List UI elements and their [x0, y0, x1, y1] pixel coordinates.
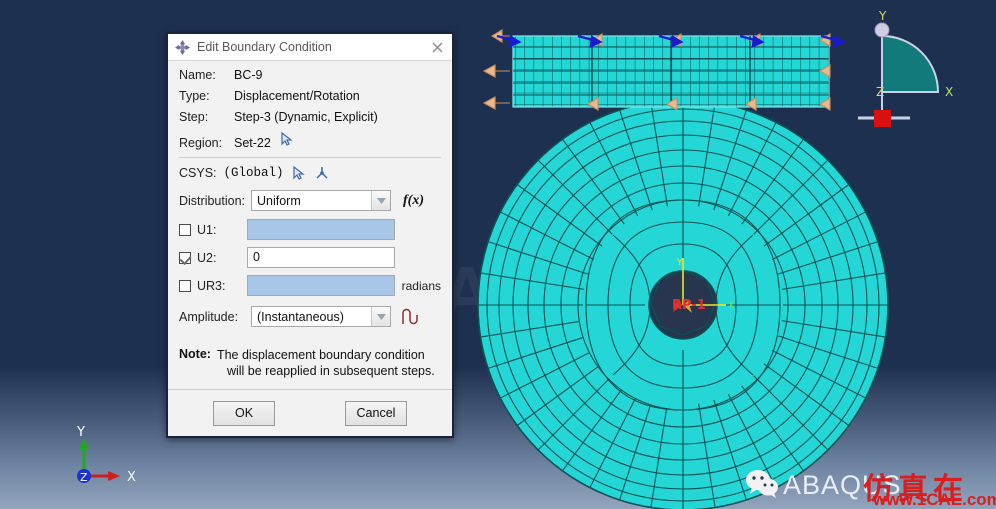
dialog-body: Name: BC-9 Type: Displacement/Rotation S…: [168, 61, 452, 379]
distribution-fx-label[interactable]: f(x): [403, 193, 424, 209]
csys-row: CSYS: (Global): [179, 165, 441, 181]
note-label: Note:: [179, 347, 211, 361]
viewcube-label-y: Y: [878, 9, 887, 23]
global-axis-triad: Y X Z: [76, 425, 136, 485]
triad-label-z: Z: [80, 471, 88, 484]
branding-bar: ABAQUS 仿真在线 www.1CAE.com: [745, 462, 996, 509]
amplitude-row: Amplitude: (Instantaneous): [179, 306, 441, 327]
name-value: BC-9: [234, 68, 263, 82]
dialog-button-bar: OK Cancel: [168, 389, 452, 436]
distribution-label: Distribution:: [179, 193, 245, 208]
region-picker-cursor-arrow-icon[interactable]: [279, 131, 295, 147]
dialog-title: Edit Boundary Condition: [197, 40, 332, 54]
u1-checkbox[interactable]: [179, 223, 191, 236]
viewcube-label-x: X: [945, 85, 953, 99]
triad-label-x: X: [127, 470, 136, 485]
u1-value: [248, 220, 394, 222]
amplitude-wave-icon[interactable]: [400, 307, 422, 327]
field-row-step: Step: Step-3 (Dynamic, Explicit): [179, 110, 441, 124]
note-text: The displacement boundary condition will…: [217, 347, 435, 379]
step-value: Step-3 (Dynamic, Explicit): [234, 110, 378, 124]
u1-input[interactable]: [247, 219, 395, 240]
triad-label-y: Y: [76, 425, 85, 440]
ur3-unit-label: radians: [401, 278, 441, 293]
u2-label: U2:: [197, 250, 217, 265]
ok-button[interactable]: OK: [213, 400, 275, 426]
amplitude-select[interactable]: (Instantaneous): [251, 306, 391, 327]
field-row-name: Name: BC-9: [179, 68, 441, 82]
note-line-2: will be reapplied in subsequent steps.: [226, 364, 435, 378]
type-value: Displacement/Rotation: [234, 89, 360, 103]
viewcube-label-z: Z: [876, 85, 884, 99]
dof-row-u2: U2: 0: [179, 247, 441, 268]
brand-url-text: www.1CAE.com: [873, 490, 996, 509]
distribution-row: Distribution: Uniform f(x): [179, 190, 441, 211]
type-label: Type:: [179, 89, 210, 103]
field-row-type: Type: Displacement/Rotation: [179, 89, 441, 103]
close-icon[interactable]: [426, 37, 448, 57]
field-row-region: Region: Set-22: [179, 131, 441, 150]
amplitude-label: Amplitude:: [179, 309, 239, 324]
csys-pick-cursor-arrow-icon[interactable]: [291, 165, 307, 181]
divider-top: [179, 157, 441, 158]
u2-value: 0: [253, 250, 260, 264]
name-label: Name:: [179, 68, 216, 82]
csys-label: CSYS:: [179, 166, 217, 180]
ur3-input[interactable]: [246, 275, 395, 296]
svg-text:X: X: [728, 301, 734, 311]
note-block: Note: The displacement boundary conditio…: [179, 347, 441, 379]
step-label: Step:: [179, 110, 209, 124]
datum-csys-icon[interactable]: [314, 165, 330, 181]
amplitude-value: (Instantaneous): [257, 309, 344, 324]
svg-text:Y: Y: [676, 258, 683, 268]
edit-boundary-condition-dialog[interactable]: Edit Boundary Condition Name: BC-9 Type:…: [166, 32, 454, 438]
reference-point-label: RP-1: [672, 298, 706, 313]
screenshot-root: ABAQUS 1C: [0, 0, 996, 509]
region-label: Region:: [179, 136, 223, 150]
u2-checkbox[interactable]: [179, 251, 191, 264]
dof-row-u1: U1:: [179, 219, 441, 240]
dialog-titlebar[interactable]: Edit Boundary Condition: [168, 34, 452, 61]
region-value: Set-22: [234, 136, 271, 150]
wechat-icon: [746, 470, 778, 498]
csys-value: (Global): [223, 166, 284, 180]
ur3-label: UR3:: [197, 278, 226, 293]
chevron-down-icon[interactable]: [371, 307, 390, 326]
dof-row-ur3: UR3: radians: [179, 275, 441, 296]
ur3-value: [248, 276, 394, 278]
view-orientation-widget[interactable]: Y Z X: [848, 4, 996, 136]
note-line-1: The displacement boundary condition: [216, 348, 425, 362]
chevron-down-icon[interactable]: [371, 191, 390, 210]
cancel-button[interactable]: Cancel: [345, 400, 407, 426]
distribution-value: Uniform: [257, 193, 301, 208]
distribution-select[interactable]: Uniform: [251, 190, 391, 211]
ur3-checkbox[interactable]: [179, 279, 191, 292]
abaqus-diamond-icon: [175, 39, 190, 55]
u1-label: U1:: [197, 222, 217, 237]
u2-input[interactable]: 0: [247, 247, 395, 268]
